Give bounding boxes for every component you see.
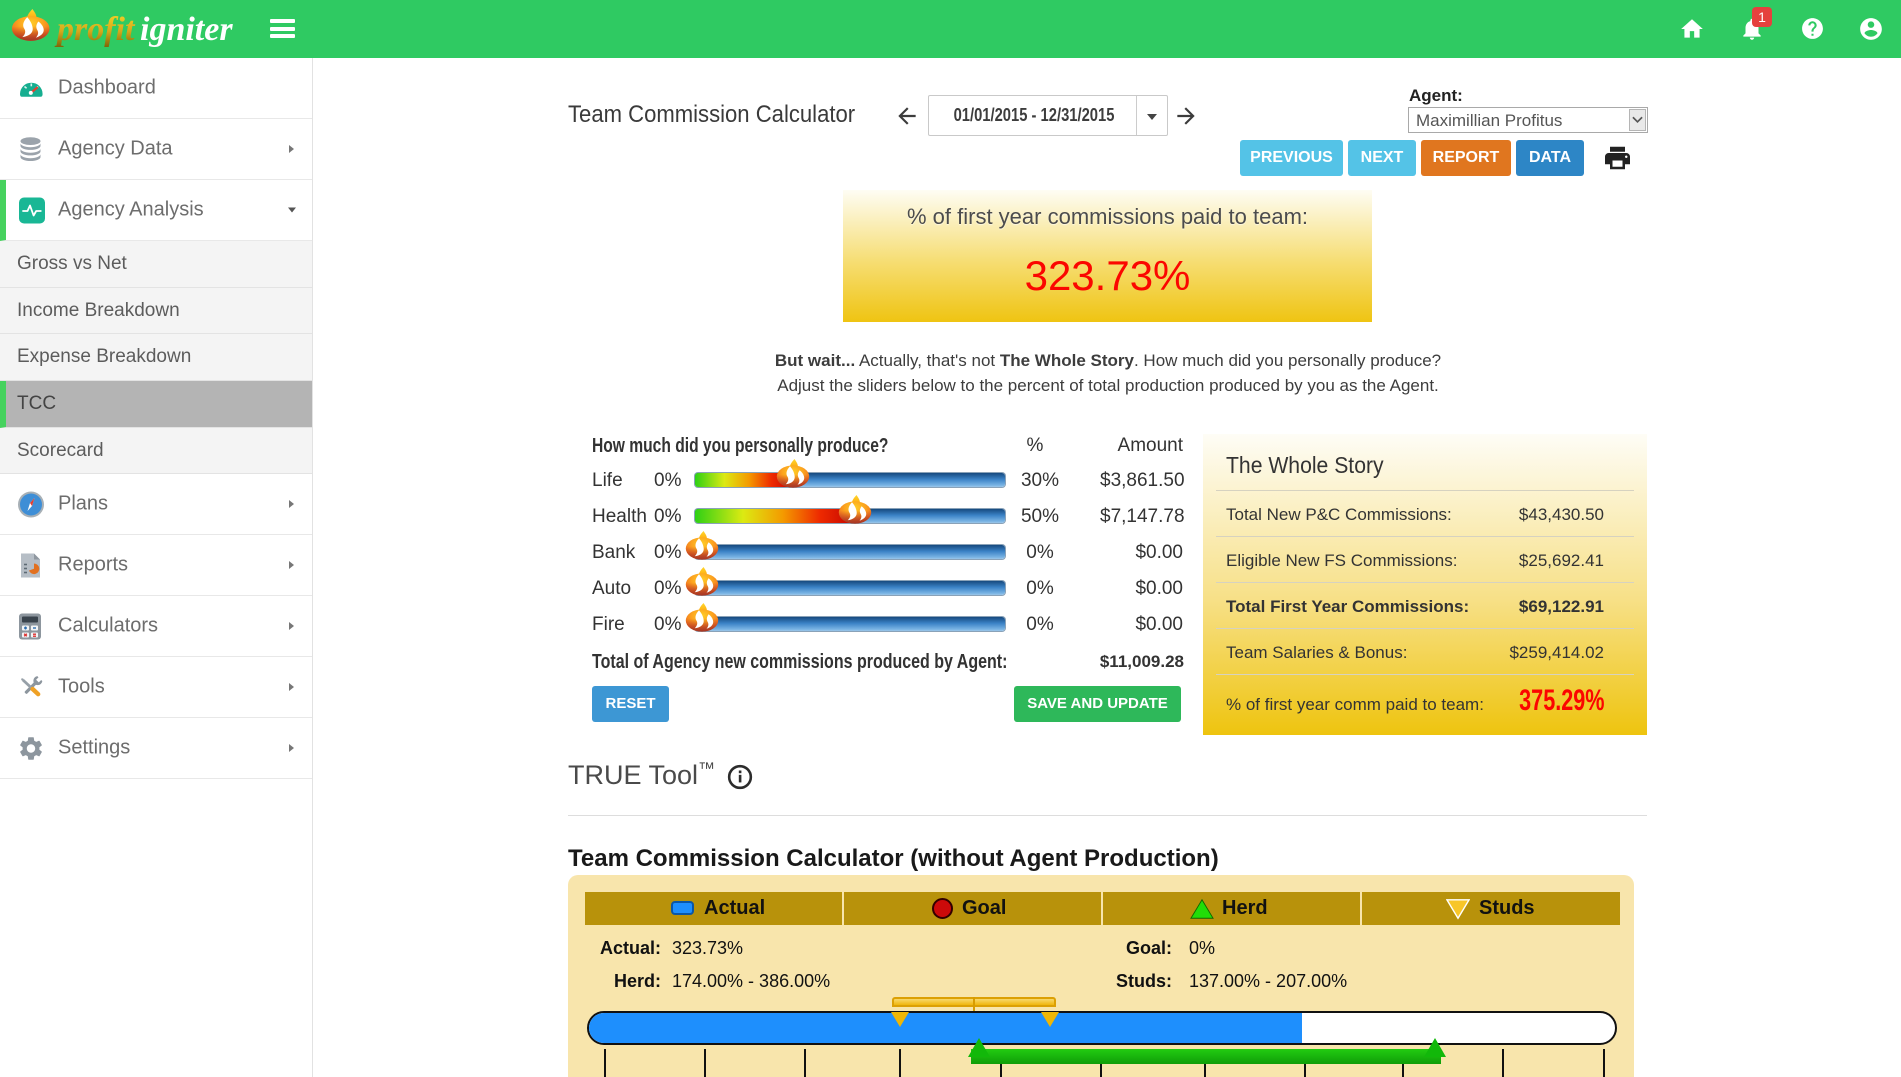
svg-text:profit: profit <box>54 11 136 48</box>
svg-text:igniter: igniter <box>140 11 233 48</box>
